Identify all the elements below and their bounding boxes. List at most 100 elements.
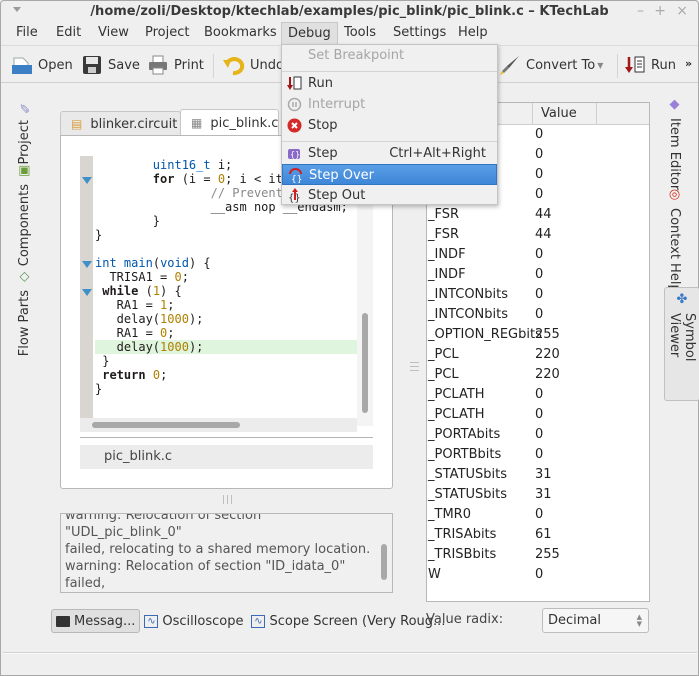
divider <box>80 437 373 438</box>
maximize-button[interactable]: + <box>654 3 666 19</box>
tab-messages[interactable]: Messag... <box>51 609 141 633</box>
menu-item-step[interactable]: {} Step Ctrl+Alt+Right <box>282 143 497 164</box>
menu-edit[interactable]: Edit <box>50 22 87 44</box>
code-line: } <box>95 228 103 242</box>
symbol-name: _PCLATH <box>428 407 485 422</box>
menu-help[interactable]: Help <box>452 22 494 44</box>
symbol-value: 0 <box>535 307 544 322</box>
title-bar: /home/zoli/Desktop/ktechlab/examples/pic… <box>1 1 698 23</box>
menu-item-step-out[interactable]: {} Step Out <box>282 185 497 206</box>
menu-separator <box>282 141 497 142</box>
symbol-row[interactable]: _PORTAbits 0 <box>427 425 649 445</box>
main-window: /home/zoli/Desktop/ktechlab/examples/pic… <box>0 0 699 676</box>
code-line: delay(1000); <box>95 312 204 326</box>
sidebar-tab-project[interactable]: Project ✎ <box>17 99 32 164</box>
value-radix-select[interactable]: Decimal ▲ ▼ <box>542 608 649 633</box>
symbol-row[interactable]: _TMR0 0 <box>427 505 649 525</box>
symbol-row[interactable]: _PORTBbits 0 <box>427 445 649 465</box>
fold-marker-icon[interactable] <box>82 261 92 268</box>
symbol-row[interactable]: _OPTION_REGbits 255 <box>427 325 649 345</box>
symbol-row[interactable]: _STATUSbits 31 <box>427 465 649 485</box>
menu-item-run[interactable]: Run <box>282 73 497 94</box>
menu-item-stop[interactable]: Stop <box>282 115 497 136</box>
scrollbar-thumb[interactable] <box>92 422 240 428</box>
menu-bookmarks[interactable]: Bookmarks <box>198 22 283 44</box>
debug-menu-popup: Set Breakpoint Run Interrupt Stop {} Ste… <box>281 44 498 205</box>
symbol-value: 0 <box>535 387 544 402</box>
status-bar-divider <box>3 652 697 654</box>
menu-item-interrupt[interactable]: Interrupt <box>282 94 497 115</box>
tab-blinker-circuit[interactable]: ▤ blinker.circuit <box>60 111 181 136</box>
run-button[interactable]: Run <box>624 51 676 79</box>
sidebar-tab-context-help[interactable]: ◎ Context Help <box>667 187 682 293</box>
symbol-row[interactable]: _INTCONbits 0 <box>427 305 649 325</box>
oscilloscope-icon: ∿ <box>144 614 159 628</box>
fold-marker-icon[interactable] <box>82 289 92 296</box>
run-label: Run <box>651 57 676 73</box>
minimize-button[interactable]: – <box>637 3 644 19</box>
menu-item-set-breakpoint[interactable]: Set Breakpoint <box>282 45 497 66</box>
symbol-row[interactable]: _INTCONbits 0 <box>427 285 649 305</box>
tab-oscilloscope[interactable]: ∿ Oscilloscope <box>140 609 247 633</box>
symbol-value: 0 <box>535 447 544 462</box>
symbol-row[interactable]: _INDF 0 <box>427 245 649 265</box>
messages-scrollbar[interactable] <box>378 516 390 590</box>
symbol-name: _PCL <box>428 347 459 362</box>
menu-tools[interactable]: Tools <box>338 22 382 44</box>
sidebar-tab-symbol-viewer[interactable]: ✤ Symbol Viewer <box>664 287 699 401</box>
editor-file-label: pic_blink.c <box>80 445 373 469</box>
menu-item-step-over[interactable]: {} Step Over <box>282 164 497 185</box>
window-title: /home/zoli/Desktop/ktechlab/examples/pic… <box>90 4 609 19</box>
symbol-name: _INTCONbits <box>428 287 509 302</box>
symbol-value: 0 <box>535 167 544 182</box>
symbol-name: _STATUSbits <box>428 487 508 502</box>
dropdown-arrow-icon: ▼ <box>597 60 604 70</box>
symbol-row[interactable]: _TRISAbits 61 <box>427 525 649 545</box>
symbol-value: 220 <box>535 347 560 362</box>
symbol-row[interactable]: _FSR 44 <box>427 205 649 225</box>
symbol-row[interactable]: _INDF 0 <box>427 265 649 285</box>
symbol-row[interactable]: _PCLATH 0 <box>427 385 649 405</box>
svg-text:{}: {} <box>291 175 302 183</box>
open-button[interactable]: Open <box>11 51 73 79</box>
scrollbar-thumb[interactable] <box>381 544 387 580</box>
menu-view[interactable]: View <box>92 22 135 44</box>
undo-button[interactable]: Undo <box>223 51 284 79</box>
tab-pic-blink-c[interactable]: ▦ pic_blink.c <box>180 109 279 136</box>
symbol-row[interactable]: _PCL 220 <box>427 365 649 385</box>
sidebar-tab-item-editor[interactable]: ◆ Item Editor <box>667 97 682 190</box>
toolbar-overflow-button[interactable]: » <box>685 57 692 70</box>
symbol-value: 44 <box>535 227 552 242</box>
symbol-row[interactable]: _TRISBbits 255 <box>427 545 649 565</box>
print-button[interactable]: Print <box>147 51 204 79</box>
text-file-icon: ▦ <box>191 116 203 130</box>
symbol-value: 0 <box>535 287 544 302</box>
menu-settings[interactable]: Settings <box>387 22 452 44</box>
scrollbar-thumb[interactable] <box>362 313 368 413</box>
close-button[interactable]: × <box>676 3 688 19</box>
menu-debug[interactable]: Debug <box>281 22 338 44</box>
symbol-row[interactable]: _PCLATH 0 <box>427 405 649 425</box>
undo-label: Undo <box>250 57 284 73</box>
menu-file[interactable]: File <box>10 22 44 44</box>
step-over-icon: {} <box>288 168 303 185</box>
code-line: while (1) { <box>102 284 182 298</box>
symbol-row[interactable]: _STATUSbits 31 <box>427 485 649 505</box>
symbol-row[interactable]: _PCL 220 <box>427 345 649 365</box>
column-header-value[interactable]: Value <box>533 103 597 125</box>
menu-project[interactable]: Project <box>139 22 195 44</box>
symbol-row[interactable]: W0 <box>427 565 649 585</box>
splitter-handle[interactable]: ||| <box>222 495 234 505</box>
convert-to-button[interactable]: Convert To ▼ <box>499 51 603 79</box>
sidebar-tab-flow-parts[interactable]: Flow Parts ◇ <box>17 269 32 356</box>
splitter-handle[interactable]: ||| <box>409 361 419 373</box>
tab-scope-screen[interactable]: ∿ Scope Screen (Very Roug... <box>247 609 449 633</box>
save-button[interactable]: Save <box>81 51 140 79</box>
sidebar-tab-components[interactable]: Components ▣ <box>17 163 32 266</box>
fold-marker-icon[interactable] <box>82 177 92 184</box>
editor-horizontal-scrollbar[interactable] <box>80 418 357 432</box>
symbol-row[interactable]: _FSR 44 <box>427 225 649 245</box>
floppy-disk-icon <box>81 54 103 76</box>
messages-panel: warning: Relocation of section "UDL_pic_… <box>60 513 393 593</box>
open-file-icon <box>11 54 33 76</box>
